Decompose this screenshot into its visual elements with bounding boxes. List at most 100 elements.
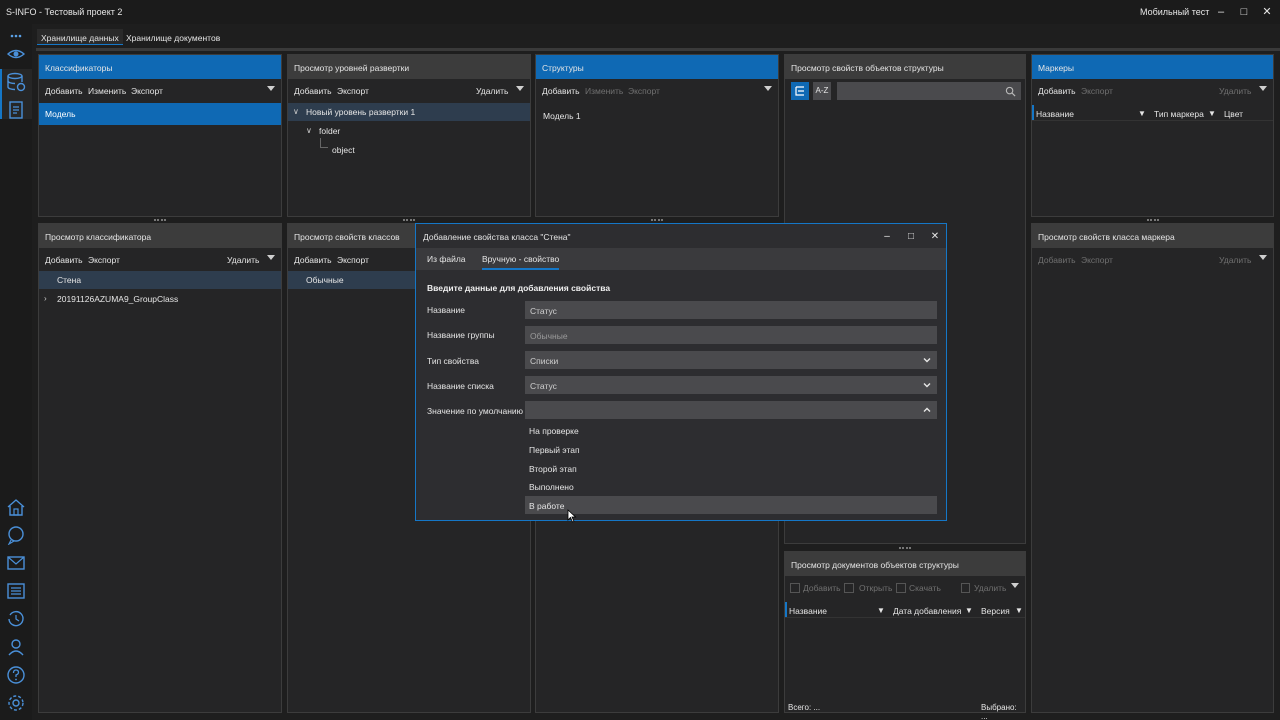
name-field[interactable]: Статус <box>525 301 937 319</box>
user-icon[interactable] <box>6 637 26 657</box>
settings-gear-icon[interactable] <box>6 693 26 713</box>
splitter-grip[interactable] <box>154 219 166 221</box>
export-button[interactable]: Экспорт <box>88 255 120 265</box>
add-button[interactable]: Добавить <box>803 583 841 593</box>
list-icon[interactable] <box>6 581 26 601</box>
splitter-grip[interactable] <box>403 219 415 221</box>
filter-icon[interactable]: ▼ <box>1015 606 1023 615</box>
history-icon[interactable] <box>6 609 26 629</box>
add-button[interactable]: Добавить <box>1038 86 1076 96</box>
dropdown-option[interactable]: На проверке <box>525 421 937 439</box>
export-button[interactable]: Экспорт <box>131 86 163 96</box>
menu-dots-icon[interactable] <box>6 26 26 38</box>
add-button[interactable]: Добавить <box>45 86 83 96</box>
tab-documents-storage[interactable]: Хранилище документов <box>122 29 224 45</box>
markers-toolbar: Добавить Экспорт Удалить <box>1032 79 1273 101</box>
chevron-down-icon[interactable] <box>1259 255 1267 260</box>
dropdown-option[interactable]: Второй этап <box>525 459 937 477</box>
group-name-field[interactable]: Обычные <box>525 326 937 344</box>
help-icon[interactable] <box>6 665 26 685</box>
add-button[interactable]: Добавить <box>45 255 83 265</box>
filter-icon[interactable]: ▼ <box>877 606 885 615</box>
add-button[interactable]: Добавить <box>1038 255 1076 265</box>
tree-view-toggle-icon[interactable] <box>791 82 809 100</box>
list-item[interactable]: Модель 1 <box>539 107 585 125</box>
list-item[interactable]: Модель <box>39 103 281 125</box>
splitter-grip[interactable] <box>899 547 911 549</box>
delete-button[interactable]: Удалить <box>1219 255 1251 265</box>
tree-node-group[interactable]: 20191126AZUMA9_GroupClass <box>53 290 182 308</box>
trash-icon <box>961 583 970 593</box>
delete-button[interactable]: Удалить <box>227 255 259 265</box>
chevron-up-icon <box>923 407 931 412</box>
chevron-down-icon[interactable] <box>516 86 524 91</box>
export-button[interactable]: Экспорт <box>1081 255 1113 265</box>
delete-button[interactable]: Удалить <box>974 583 1006 593</box>
export-button[interactable]: Экспорт <box>337 255 369 265</box>
add-button[interactable]: Добавить <box>294 86 332 96</box>
filter-icon[interactable]: ▼ <box>965 606 973 615</box>
add-button[interactable]: Добавить <box>542 86 580 96</box>
download-icon <box>896 583 906 593</box>
edit-button[interactable]: Изменить <box>88 86 126 96</box>
column-version[interactable]: Версия <box>981 606 1010 616</box>
tree-node-wall[interactable]: Стена <box>53 271 85 289</box>
tab-from-file[interactable]: Из файла <box>427 254 466 268</box>
chevron-down-icon[interactable] <box>267 86 275 91</box>
column-name[interactable]: Название <box>1036 109 1074 119</box>
close-icon[interactable]: ✕ <box>928 230 942 244</box>
dropdown-option[interactable]: Выполнено <box>525 477 937 495</box>
minimize-icon[interactable]: – <box>880 230 894 244</box>
eye-icon[interactable] <box>6 44 26 64</box>
add-button[interactable]: Добавить <box>294 255 332 265</box>
structures-header: Структуры <box>536 55 778 79</box>
title-bar: S-INFO - Тестовый проект 2 Мобильный тес… <box>0 0 1280 24</box>
chevron-down-icon[interactable] <box>1011 583 1019 588</box>
search-input[interactable] <box>837 82 1021 100</box>
dropdown-option-hovered[interactable]: В работе <box>525 496 937 514</box>
chevron-down-icon[interactable] <box>764 86 772 91</box>
maximize-icon[interactable]: □ <box>1236 4 1252 20</box>
filter-icon[interactable]: ▼ <box>1208 109 1216 118</box>
column-date-added[interactable]: Дата добавления <box>893 606 961 616</box>
sort-az-button[interactable]: A-Z <box>813 82 831 100</box>
list-name-select[interactable]: Статус <box>525 376 937 394</box>
splitter-grip[interactable] <box>651 219 663 221</box>
export-button[interactable]: Экспорт <box>337 86 369 96</box>
download-button[interactable]: Скачать <box>909 583 941 593</box>
minimize-icon[interactable]: – <box>1213 4 1229 20</box>
database-icon[interactable] <box>6 72 26 92</box>
user-name[interactable]: Мобильный тест <box>1140 7 1209 17</box>
expand-chevron-icon[interactable]: ∨ <box>306 126 312 135</box>
tree-node-object[interactable]: object <box>328 141 359 159</box>
tab-manual-property[interactable]: Вручную - свойство <box>482 254 560 270</box>
open-button[interactable]: Открыть <box>859 583 892 593</box>
column-color[interactable]: Цвет <box>1224 109 1243 119</box>
expand-chevron-icon[interactable]: ∨ <box>293 107 299 116</box>
mail-icon[interactable] <box>6 553 26 573</box>
column-name[interactable]: Название <box>789 606 827 616</box>
tab-data-storage[interactable]: Хранилище данных <box>37 29 123 45</box>
delete-button[interactable]: Удалить <box>476 86 508 96</box>
dropdown-option[interactable]: Первый этап <box>525 440 937 458</box>
filter-icon[interactable]: ▼ <box>1138 109 1146 118</box>
splitter-grip[interactable] <box>1147 219 1159 221</box>
tree-node-common[interactable]: Обычные <box>302 271 348 289</box>
expand-chevron-icon[interactable]: › <box>44 294 47 303</box>
property-type-select[interactable]: Списки <box>525 351 937 369</box>
chat-icon[interactable] <box>6 525 26 546</box>
classifier-view-toolbar: Добавить Экспорт Удалить <box>39 248 281 270</box>
document-icon[interactable] <box>6 100 26 120</box>
maximize-icon[interactable]: □ <box>904 230 918 244</box>
edit-button[interactable]: Изменить <box>585 86 623 96</box>
export-button[interactable]: Экспорт <box>1081 86 1113 96</box>
delete-button[interactable]: Удалить <box>1219 86 1251 96</box>
export-button[interactable]: Экспорт <box>628 86 660 96</box>
default-value-select[interactable] <box>525 401 937 419</box>
tree-node-level[interactable]: Новый уровень развертки 1 <box>302 103 419 121</box>
chevron-down-icon[interactable] <box>267 255 275 260</box>
close-icon[interactable]: ✕ <box>1259 4 1275 20</box>
chevron-down-icon[interactable] <box>1259 86 1267 91</box>
column-marker-type[interactable]: Тип маркера <box>1154 109 1204 119</box>
home-icon[interactable] <box>6 497 26 517</box>
